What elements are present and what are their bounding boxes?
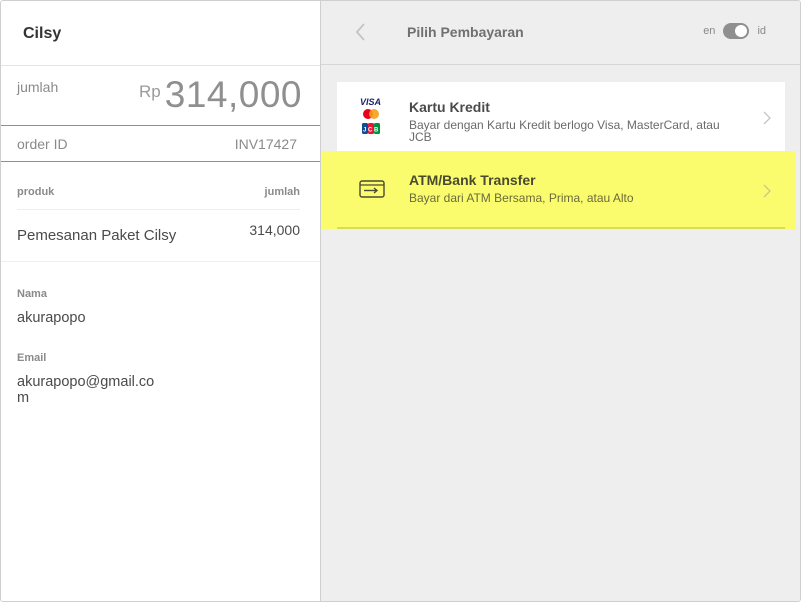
credit-card-logos-icon: VISA J C B <box>359 96 383 145</box>
page-title: Pilih Pembayaran <box>407 24 524 40</box>
credit-card-title: Kartu Kredit <box>409 99 490 115</box>
svg-text:VISA: VISA <box>360 97 381 107</box>
merchant-name: Cilsy <box>23 25 62 42</box>
amount-column-header: jumlah <box>264 186 300 198</box>
bank-transfer-title: ATM/Bank Transfer <box>409 172 536 188</box>
product-column-header: produk <box>17 186 55 198</box>
lang-id-label: id <box>757 25 766 37</box>
amount-label: jumlah <box>17 79 59 95</box>
amount-value: Rp 314,000 <box>139 75 302 115</box>
language-toggle[interactable] <box>723 23 750 39</box>
order-summary-panel: Cilsy jumlah Rp 314,000 order ID INV1742… <box>1 1 321 601</box>
svg-text:J C B: J C B <box>363 128 379 134</box>
product-row: Pemesanan Paket Cilsy 314,000 <box>1 210 320 262</box>
payment-header: Pilih Pembayaran en id <box>321 1 800 65</box>
credit-card-description: Bayar dengan Kartu Kredit berlogo Visa, … <box>409 118 720 144</box>
chevron-right-icon <box>763 111 771 125</box>
toggle-knob <box>735 25 748 37</box>
order-id-row: order ID INV17427 <box>1 126 320 162</box>
payment-method-panel: Pilih Pembayaran en id VISA J C B Kartu … <box>321 1 800 601</box>
order-id-label: order ID <box>17 136 68 152</box>
order-id-value: INV17427 <box>234 136 297 152</box>
payment-option-credit-card[interactable]: VISA J C B Kartu Kredit Bayar dengan Kar… <box>337 82 785 152</box>
customer-email-value: akurapopo@gmail.com <box>17 374 155 406</box>
language-switch: en id <box>703 23 766 39</box>
customer-name-value: akurapopo <box>17 310 86 326</box>
amount-row: jumlah Rp 314,000 <box>1 65 320 126</box>
lang-en-label: en <box>703 25 716 37</box>
customer-email-label: Email <box>17 352 47 364</box>
payment-option-bank-transfer[interactable]: ATM/Bank Transfer Bayar dari ATM Bersama… <box>337 152 785 229</box>
amount-currency: Rp <box>139 82 161 101</box>
back-chevron-icon[interactable] <box>353 21 369 43</box>
product-table-header: produk jumlah <box>17 162 300 210</box>
product-amount: 314,000 <box>249 222 300 238</box>
chevron-right-icon <box>763 184 771 198</box>
product-name: Pemesanan Paket Cilsy <box>17 227 177 244</box>
bank-transfer-description: Bayar dari ATM Bersama, Prima, atau Alto <box>409 191 634 205</box>
bank-transfer-icon <box>359 180 385 203</box>
amount-number: 314,000 <box>164 74 302 115</box>
payment-window: Cilsy jumlah Rp 314,000 order ID INV1742… <box>0 0 801 602</box>
customer-name-label: Nama <box>17 288 47 300</box>
